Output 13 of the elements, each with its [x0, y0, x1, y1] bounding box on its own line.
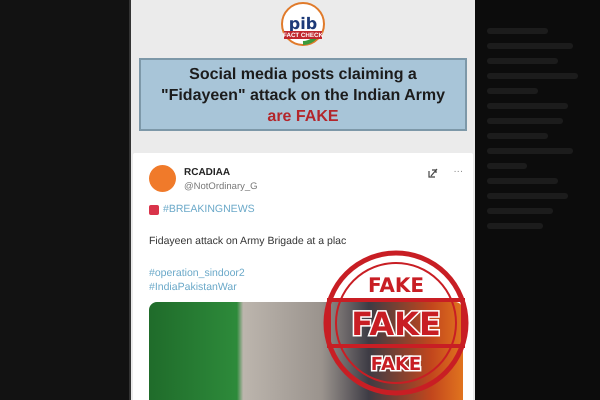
tweet-text: Fidayeen attack on Army Brigade at a plac: [149, 234, 348, 249]
hashtag-link[interactable]: #operation_sindoor2: [149, 266, 245, 279]
headline-text: Social media posts claiming a: [188, 65, 418, 85]
verdict-text: are FAKE: [266, 107, 340, 127]
avatar: [149, 165, 176, 192]
stamp-text: FAKE: [368, 273, 424, 297]
user-name: RCADIAA: [184, 166, 232, 180]
more-button[interactable]: ···: [454, 165, 463, 180]
user-handle: @NotOrdinary_G: [184, 180, 259, 194]
siren-icon: [149, 205, 159, 216]
stamp-text: FAKE: [370, 354, 422, 375]
headline-text: "Fidayeen" attack on the Indian Army: [160, 86, 446, 106]
hashtag-link[interactable]: #IndiaPakistanWar: [149, 280, 237, 293]
